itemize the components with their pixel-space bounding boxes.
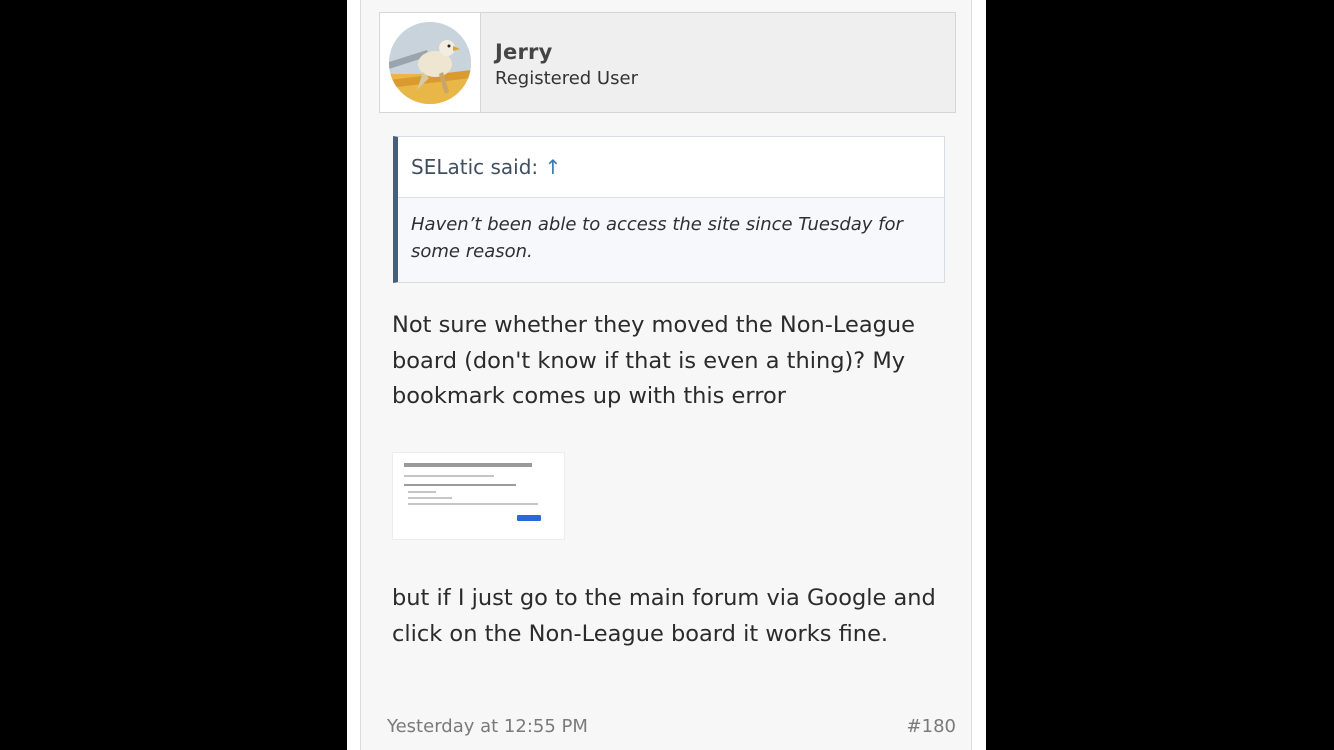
avatar[interactable] xyxy=(389,22,471,104)
post-number[interactable]: #180 xyxy=(907,716,956,737)
up-arrow-icon[interactable]: ↑ xyxy=(545,155,562,179)
user-title: Registered User xyxy=(495,68,638,89)
message-paragraph: but if I just go to the main forum via G… xyxy=(392,585,936,647)
quote-block: SELatic said: ↑ Haven’t been able to acc… xyxy=(393,136,945,283)
avatar-cell xyxy=(380,13,481,112)
error-page-thumbnail-image xyxy=(393,453,564,539)
avatar-image xyxy=(389,22,471,104)
forum-post: Jerry Registered User SELatic said: ↑ Ha… xyxy=(360,0,972,750)
quote-header: SELatic said: ↑ xyxy=(398,137,944,198)
username[interactable]: Jerry xyxy=(495,40,552,64)
message-paragraph: Not sure whether they moved the Non-Leag… xyxy=(392,312,916,409)
user-info-block: Jerry Registered User xyxy=(379,12,956,113)
attached-screenshot-thumbnail[interactable] xyxy=(392,452,565,540)
post-date[interactable]: Yesterday at 12:55 PM xyxy=(387,716,588,737)
quote-author[interactable]: SELatic said: xyxy=(411,155,538,179)
page: Jerry Registered User SELatic said: ↑ Ha… xyxy=(347,0,986,750)
quote-text: Haven’t been able to access the site sin… xyxy=(411,214,903,262)
